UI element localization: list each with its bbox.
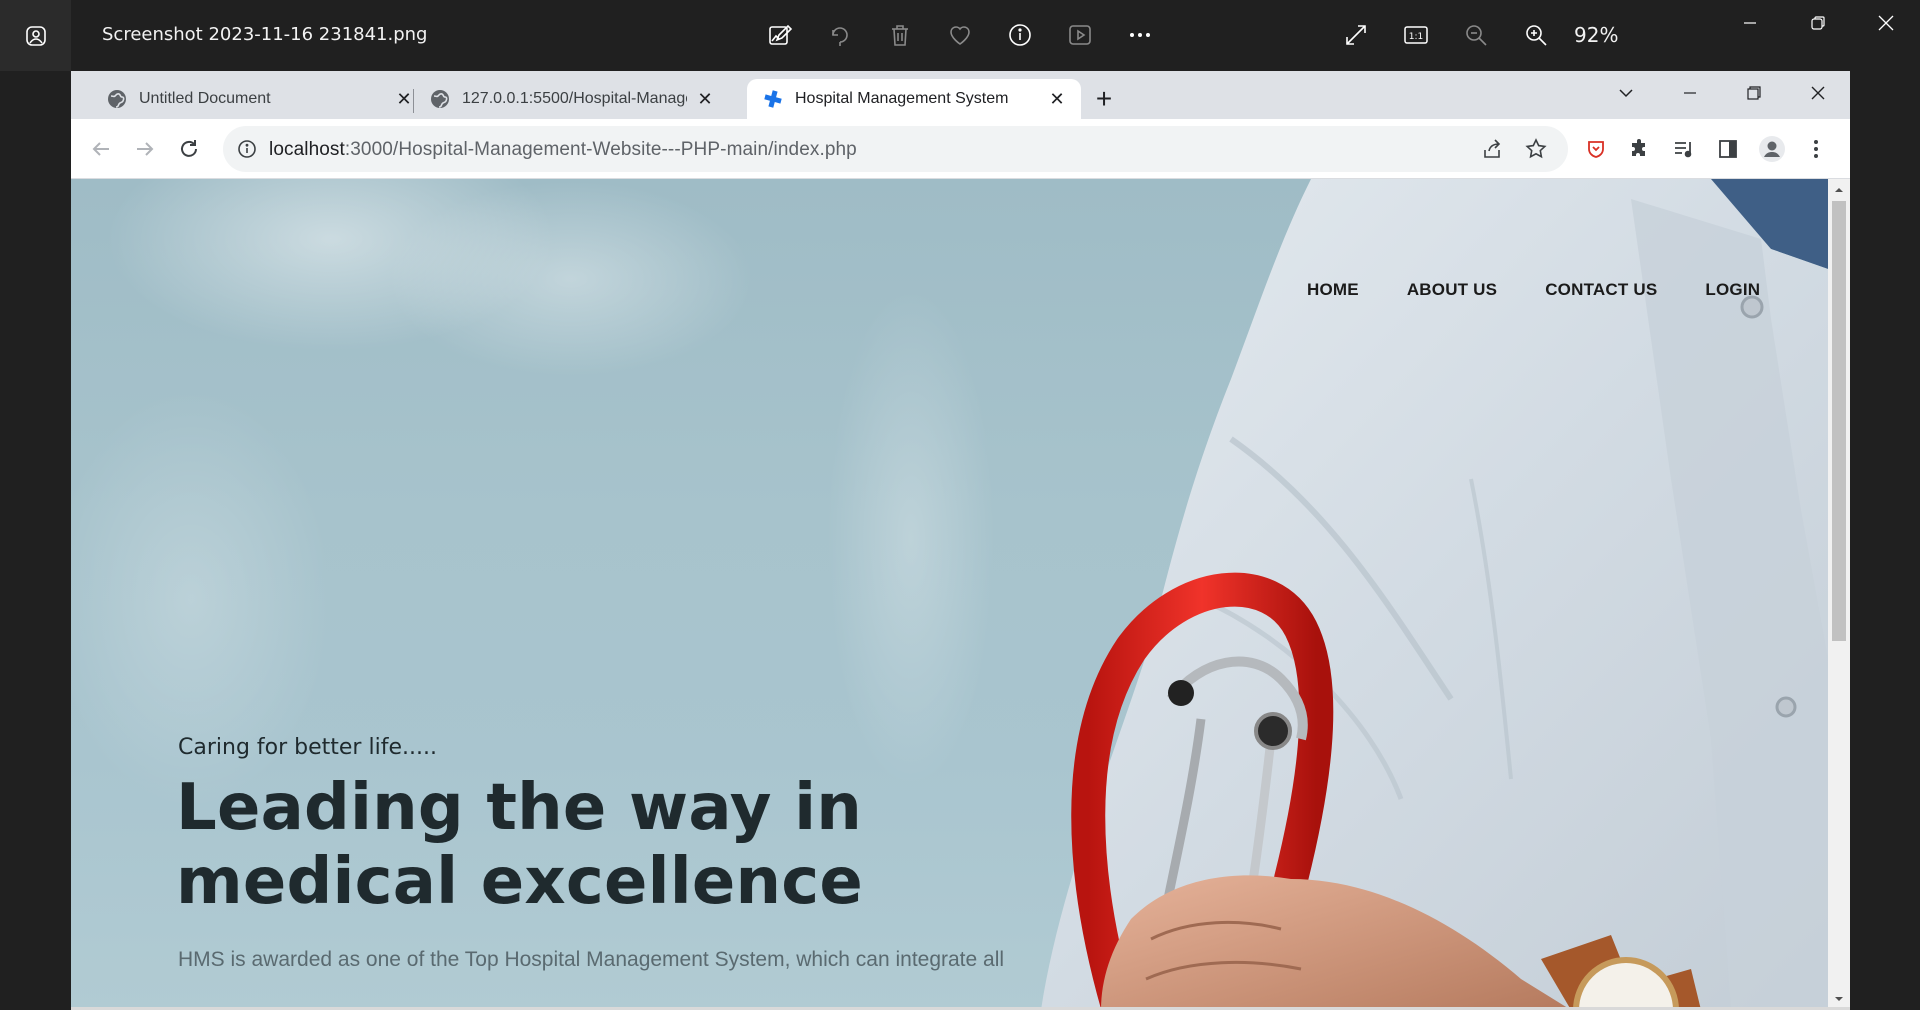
nav-about-link[interactable]: ABOUT US [1407,280,1497,300]
nav-contact-link[interactable]: CONTACT US [1545,280,1657,300]
edit-icon[interactable] [762,16,798,54]
svg-text:1:1: 1:1 [1409,32,1423,42]
media-control-icon[interactable] [1669,133,1699,165]
actual-size-icon[interactable]: 1:1 [1398,16,1434,54]
globe-icon [108,90,126,108]
profile-avatar-icon[interactable] [1757,133,1787,165]
browser-close-button[interactable] [1786,71,1850,115]
medical-cross-icon [764,90,782,108]
rotate-icon[interactable] [822,16,858,54]
scroll-up-arrow-icon[interactable] [1833,184,1845,196]
scrollbar-thumb[interactable] [1832,201,1846,641]
zoom-in-icon[interactable] [1518,16,1554,54]
bookmark-star-icon[interactable] [1525,138,1547,165]
zoom-level[interactable]: 92% [1574,23,1618,47]
browser-window: Untitled Document ✕ 127.0.0.1:5500/Hospi… [71,71,1850,1010]
tab-untitled-document[interactable]: Untitled Document ✕ [91,79,428,119]
slideshow-icon[interactable] [1062,16,1098,54]
tab-localhost-5500[interactable]: 127.0.0.1:5500/Hospital-Manage ✕ [414,79,729,119]
favorite-icon[interactable] [942,16,978,54]
scroll-down-arrow-icon[interactable] [1833,993,1845,1005]
tab-label: 127.0.0.1:5500/Hospital-Manage [462,90,687,107]
reload-icon[interactable] [173,133,205,165]
share-icon[interactable] [1481,138,1503,165]
nav-login-link[interactable]: LOGIN [1705,280,1760,300]
tab-search-chevron-icon[interactable] [1594,71,1658,115]
more-icon[interactable] [1122,16,1158,54]
globe-icon [431,90,449,108]
url-path: :3000/Hospital-Management-Website---PHP-… [344,139,857,160]
new-tab-button[interactable]: + [1088,83,1120,115]
nav-home-link[interactable]: HOME [1307,280,1359,300]
side-panel-icon[interactable] [1713,133,1743,165]
url-host: localhost [269,139,345,160]
site-nav: HOME ABOUT US CONTACT US LOGIN [1307,280,1760,300]
browser-toolbar: localhost:3000/Hospital-Management-Websi… [71,119,1850,179]
minimize-button[interactable] [1716,0,1784,46]
address-bar[interactable]: localhost:3000/Hospital-Management-Websi… [223,126,1568,172]
browser-menu-icon[interactable] [1801,133,1831,165]
back-icon[interactable] [85,133,117,165]
shield-extension-icon[interactable] [1581,133,1611,165]
zoom-out-icon[interactable] [1458,16,1494,54]
tab-hospital-management-system[interactable]: Hospital Management System ✕ [747,79,1081,119]
tab-label: Hospital Management System [795,90,1009,107]
close-window-button[interactable] [1852,0,1920,46]
extensions-puzzle-icon[interactable] [1625,133,1655,165]
forward-icon[interactable] [129,133,161,165]
close-tab-icon[interactable]: ✕ [394,89,414,110]
tab-label: Untitled Document [139,90,271,107]
hero-section: HOME ABOUT US CONTACT US LOGIN Caring fo… [71,179,1828,1010]
site-info-icon[interactable] [237,139,257,159]
close-tab-icon[interactable]: ✕ [695,89,715,110]
photos-app-icon[interactable] [0,0,71,71]
viewer-file-title: Screenshot 2023-11-16 231841.png [102,24,428,45]
tab-strip: Untitled Document ✕ 127.0.0.1:5500/Hospi… [71,71,1850,119]
fullscreen-icon[interactable] [1338,16,1374,54]
url-text[interactable]: localhost:3000/Hospital-Management-Websi… [269,139,857,161]
close-tab-icon[interactable]: ✕ [1047,89,1067,110]
browser-restore-button[interactable] [1722,71,1786,115]
restore-button[interactable] [1784,0,1852,46]
hero-description: HMS is awarded as one of the Top Hospita… [178,948,1005,971]
hero-kicker: Caring for better life..... [178,735,437,760]
info-icon[interactable] [1002,16,1038,54]
delete-icon[interactable] [882,16,918,54]
hero-title: Leading the way in medical excellence [176,771,864,919]
photos-viewer-bar: Screenshot 2023-11-16 231841.png 1:1 92% [0,0,1920,71]
browser-minimize-button[interactable] [1658,71,1722,115]
page-scrollbar[interactable] [1828,179,1850,1010]
